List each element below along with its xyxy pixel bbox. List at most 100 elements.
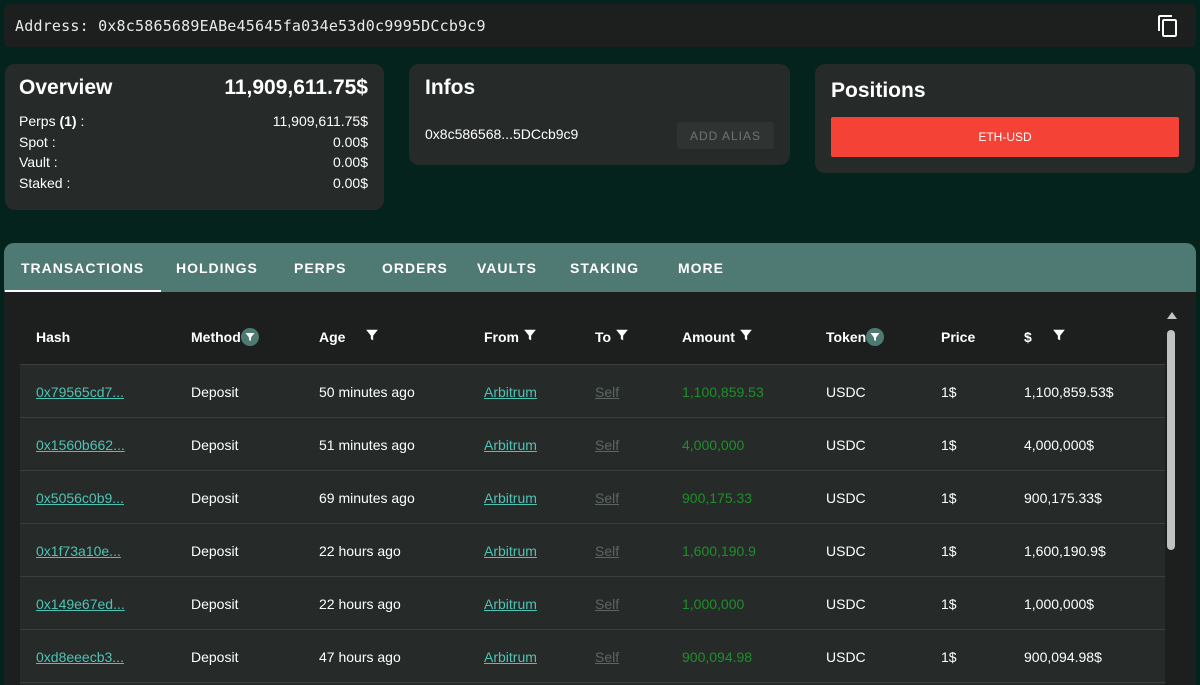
amount-cell: 1,100,859.53: [682, 383, 764, 400]
overview-row-perps: Perps (1) : 11,909,611.75$: [19, 113, 368, 133]
tab-orders[interactable]: ORDERS: [382, 243, 448, 292]
header-token: Token: [826, 308, 885, 365]
filter-icon[interactable]: [240, 327, 259, 346]
token-cell: USDC: [826, 418, 866, 471]
hash-cell: 0x149e67ed...: [36, 577, 125, 630]
method-cell: Deposit: [191, 542, 239, 559]
price-cell: 1$: [941, 383, 957, 400]
hash-link[interactable]: 0x79565cd7...: [36, 384, 124, 400]
age-cell: 22 hours ago: [319, 595, 401, 612]
tab-perps[interactable]: PERPS: [294, 243, 346, 292]
to-link[interactable]: Self: [595, 437, 619, 453]
scroll-thumb[interactable]: [1167, 330, 1175, 550]
infos-card: Infos 0x8c586568...5DCcb9c9 ADD ALIAS: [409, 64, 790, 165]
from-link[interactable]: Arbitrum: [484, 543, 537, 559]
token-cell: USDC: [826, 365, 866, 418]
from-link[interactable]: Arbitrum: [484, 384, 537, 400]
age-cell: 47 hours ago: [319, 648, 401, 665]
hash-cell: 0x1f73a10e...: [36, 524, 121, 577]
amount-cell: 1,600,190.9: [682, 542, 756, 559]
method-cell: Deposit: [191, 383, 239, 400]
scroll-up-arrow-icon[interactable]: [1167, 312, 1177, 319]
infos-title: Infos: [425, 76, 476, 99]
to-link[interactable]: Self: [595, 543, 619, 559]
tab-more[interactable]: MORE: [678, 243, 724, 292]
hash-cell: 0x5056c0b9...: [36, 471, 124, 524]
header-price: Price: [941, 328, 976, 345]
header-hash: Hash: [36, 328, 71, 345]
amount-cell: 900,094.98: [682, 630, 752, 683]
table-row: 0x1560b662... Deposit 51 minutes ago Arbitr…: [20, 418, 1165, 471]
to-link[interactable]: Self: [595, 596, 619, 612]
amount-cell: 900,094.98: [682, 648, 753, 665]
age-cell: 51 minutes ago: [319, 436, 415, 453]
from-cell: Arbitrum: [484, 524, 537, 577]
to-link[interactable]: Self: [595, 384, 619, 400]
filter-icon[interactable]: [523, 327, 537, 346]
age-cell: 50 minutes ago: [319, 365, 415, 418]
to-cell: Self: [595, 471, 619, 524]
position-eth-usd-button[interactable]: ETH-USD: [831, 117, 1179, 157]
transactions-table: Hash Method Age From To Amount Token Pri…: [20, 308, 1165, 685]
age-cell: 69 minutes ago: [319, 471, 415, 524]
token-cell: USDC: [826, 524, 866, 577]
scrollbar[interactable]: [1165, 308, 1177, 685]
amount-cell: 1,000,000: [682, 577, 744, 630]
positions-title: Positions: [831, 79, 926, 102]
method-cell: Deposit: [191, 436, 239, 453]
tab-content: Hash Method Age From To Amount Token Pri…: [4, 292, 1196, 685]
usd-cell: 900,094.98$: [1024, 630, 1102, 683]
method-cell: Deposit: [191, 365, 238, 418]
hash-link[interactable]: 0x1f73a10e...: [36, 543, 121, 559]
usd-cell: 1,000,000$: [1024, 595, 1095, 612]
price-cell: 1$: [941, 542, 957, 559]
from-link[interactable]: Arbitrum: [484, 649, 537, 665]
token-cell: USDC: [826, 648, 866, 665]
to-cell: Self: [595, 365, 619, 418]
overview-row-value: 0.00$: [332, 134, 368, 150]
overview-row-staked: Staked : 0.00$: [19, 175, 368, 195]
header-to: To: [595, 308, 629, 365]
price-cell: 1$: [941, 648, 957, 665]
tab-vaults[interactable]: VAULTS: [477, 243, 537, 292]
copy-icon[interactable]: [1156, 14, 1180, 38]
amount-cell: 1,000,000: [682, 595, 745, 612]
filter-icon[interactable]: [615, 327, 629, 346]
tab-transactions[interactable]: TRANSACTIONS: [4, 243, 162, 292]
overview-row-label: Perps (1) :: [19, 113, 85, 129]
table-header: Hash Method Age From To Amount Token Pri…: [20, 308, 1165, 365]
to-link[interactable]: Self: [595, 649, 619, 665]
from-link[interactable]: Arbitrum: [484, 437, 537, 453]
to-link[interactable]: Self: [595, 490, 619, 506]
filter-icon[interactable]: [739, 327, 753, 346]
filter-icon[interactable]: [1052, 327, 1066, 346]
add-alias-button[interactable]: ADD ALIAS: [677, 122, 774, 149]
tab-holdings[interactable]: HOLDINGS: [176, 243, 258, 292]
from-link[interactable]: Arbitrum: [484, 596, 537, 612]
from-link[interactable]: Arbitrum: [484, 490, 537, 506]
usd-cell: 900,094.98$: [1024, 648, 1102, 665]
table-row: 0x149e67ed... Deposit 22 hours ago Arbitrum…: [20, 577, 1165, 630]
price-cell: 1$: [941, 471, 957, 524]
hash-link[interactable]: 0x149e67ed...: [36, 596, 125, 612]
method-cell: Deposit: [191, 418, 238, 471]
hash-link[interactable]: 0x5056c0b9...: [36, 490, 124, 506]
hash-link[interactable]: 0xd8eeecb3...: [36, 649, 124, 665]
method-cell: Deposit: [191, 577, 238, 630]
tab-panel: TRANSACTIONS HOLDINGS PERPS ORDERS VAULT…: [4, 243, 1196, 685]
to-cell: Self: [595, 418, 619, 471]
hash-cell: 0x1560b662...: [36, 418, 125, 471]
price-cell: 1$: [941, 436, 957, 453]
overview-row-label: Vault :: [19, 154, 58, 170]
filter-icon[interactable]: [365, 327, 379, 346]
filter-icon[interactable]: [866, 327, 885, 346]
price-cell: 1$: [941, 577, 957, 630]
price-cell: 1$: [941, 489, 957, 506]
age-cell: 22 hours ago: [319, 577, 401, 630]
hash-link[interactable]: 0x1560b662...: [36, 437, 125, 453]
usd-cell: 1,000,000$: [1024, 577, 1094, 630]
header-method: Method: [191, 308, 259, 365]
tab-staking[interactable]: STAKING: [570, 243, 639, 292]
age-cell: 50 minutes ago: [319, 383, 415, 400]
overview-card: Overview 11,909,611.75$ Perps (1) : 11,9…: [5, 64, 384, 210]
